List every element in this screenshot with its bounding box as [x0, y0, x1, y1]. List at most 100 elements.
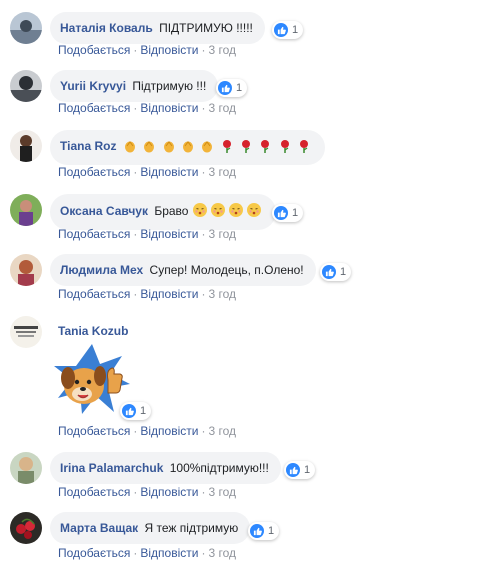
like-icon — [322, 265, 336, 279]
reaction-badge[interactable]: 1 — [272, 204, 304, 222]
like-icon — [274, 23, 288, 37]
avatar[interactable] — [10, 12, 42, 44]
comment: Tania Kozub 1 Подобається · Відповісти · 3 г… — [10, 316, 490, 440]
reply-link[interactable]: Відповісти — [140, 485, 198, 499]
like-link[interactable]: Подобається — [58, 227, 130, 241]
comment-author[interactable]: Tiana Roz — [60, 139, 116, 153]
avatar[interactable] — [10, 194, 42, 226]
comment-timestamp[interactable]: 3 год — [208, 424, 236, 438]
comment: Людмила Мех Супер! Молодець, п.Олено! 1 … — [10, 254, 490, 301]
separator: · — [201, 287, 206, 301]
reply-link[interactable]: Відповісти — [140, 227, 198, 241]
reaction-badge[interactable]: 1 — [284, 461, 316, 479]
comment-timestamp[interactable]: 3 год — [208, 43, 236, 57]
separator: · — [201, 485, 206, 499]
comment-timestamp[interactable]: 3 год — [208, 546, 236, 560]
reaction-count: 1 — [140, 405, 147, 417]
reaction-badge[interactable]: 1 — [320, 263, 352, 281]
reaction-count: 1 — [236, 82, 243, 94]
comment-actions: Подобається · Відповісти · 3 год — [58, 101, 236, 115]
clapping-hands-icon — [142, 139, 156, 157]
clapping-hands-icon — [181, 139, 195, 157]
reaction-count: 1 — [268, 525, 275, 537]
separator: · — [133, 101, 138, 115]
comment-author[interactable]: Irina Palamarchuk — [60, 461, 163, 475]
comment-timestamp[interactable]: 3 год — [208, 227, 236, 241]
comment-text: Браво — [154, 204, 189, 218]
avatar[interactable] — [10, 316, 42, 348]
reply-link[interactable]: Відповісти — [140, 43, 198, 57]
separator: · — [133, 546, 138, 560]
comment-text: Підтримую !!! — [132, 79, 207, 93]
like-icon — [286, 463, 300, 477]
comment-bubble: Марта Ващак Я теж підтримую — [50, 512, 251, 544]
comment-author[interactable]: Tania Kozub — [58, 324, 128, 338]
comment-bubble: Tiana Roz — [50, 130, 325, 165]
avatar[interactable] — [10, 254, 42, 286]
like-icon — [218, 81, 232, 95]
like-link[interactable]: Подобається — [58, 165, 130, 179]
reply-link[interactable]: Відповісти — [140, 424, 198, 438]
reaction-badge[interactable]: 1 — [216, 79, 248, 97]
comment-author[interactable]: Марта Ващак — [60, 521, 138, 535]
like-icon — [122, 404, 136, 418]
reaction-badge[interactable]: 1 — [272, 21, 304, 39]
comment-actions: Подобається · Відповісти · 3 год — [58, 485, 236, 499]
reaction-badge[interactable]: 1 — [248, 522, 280, 540]
like-link[interactable]: Подобається — [58, 101, 130, 115]
comment-text: 100%підтримую!!! — [169, 461, 269, 475]
like-link[interactable]: Подобається — [58, 287, 130, 301]
avatar[interactable] — [10, 70, 42, 102]
comment-timestamp[interactable]: 3 год — [208, 165, 236, 179]
comment-text: Супер! Молодець, п.Олено! — [149, 263, 304, 277]
dog-thumbs-up-sticker[interactable] — [52, 342, 132, 416]
comment-actions: Подобається · Відповісти · 3 год — [58, 287, 236, 301]
reply-link[interactable]: Відповісти — [140, 287, 198, 301]
like-link[interactable]: Подобається — [58, 43, 130, 57]
avatar[interactable] — [10, 130, 42, 162]
comment: Марта Ващак Я теж підтримую 1 Подобаєтьс… — [10, 512, 490, 560]
comment: Tiana Roz Подобається · Відповісти · 3 год — [10, 130, 490, 179]
comment: Наталія Коваль ПІДТРИМУЮ !!!!! 1 Подобає… — [10, 12, 490, 58]
reaction-count: 1 — [292, 207, 299, 219]
kissing-face-icon — [210, 202, 226, 222]
comment-text: ПІДТРИМУЮ !!!!! — [159, 21, 253, 35]
separator: · — [201, 165, 206, 179]
comment-bubble: Yurii Kryvyi Підтримую !!! — [50, 70, 219, 102]
rose-icon — [220, 139, 234, 157]
comment-actions: Подобається · Відповісти · 3 год — [58, 227, 236, 241]
separator: · — [201, 227, 206, 241]
comment-bubble: Людмила Мех Супер! Молодець, п.Олено! — [50, 254, 316, 286]
separator: · — [133, 165, 138, 179]
comment-timestamp[interactable]: 3 год — [208, 101, 236, 115]
emoji-row — [188, 203, 263, 218]
like-link[interactable]: Подобається — [58, 424, 130, 438]
reaction-badge[interactable]: 1 — [120, 402, 152, 420]
reaction-count: 1 — [304, 464, 311, 476]
like-link[interactable]: Подобається — [58, 485, 130, 499]
like-icon — [250, 524, 264, 538]
comment-timestamp[interactable]: 3 год — [208, 287, 236, 301]
avatar[interactable] — [10, 512, 42, 544]
comment: Irina Palamarchuk 100%підтримую!!! 1 Под… — [10, 452, 490, 499]
separator: · — [201, 424, 206, 438]
comment-author[interactable]: Наталія Коваль — [60, 21, 153, 35]
like-icon — [274, 206, 288, 220]
rose-icon — [278, 139, 292, 157]
avatar[interactable] — [10, 452, 42, 484]
like-link[interactable]: Подобається — [58, 546, 130, 560]
rose-icon — [239, 139, 253, 157]
reply-link[interactable]: Відповісти — [140, 101, 198, 115]
separator: · — [201, 43, 206, 57]
comment-author[interactable]: Людмила Мех — [60, 263, 143, 277]
kissing-face-icon — [246, 202, 262, 222]
comment-author[interactable]: Оксана Савчук — [60, 204, 148, 218]
clapping-hands-icon — [200, 139, 214, 157]
separator: · — [201, 101, 206, 115]
comment-author[interactable]: Yurii Kryvyi — [60, 79, 126, 93]
separator: · — [201, 546, 206, 560]
reply-link[interactable]: Відповісти — [140, 165, 198, 179]
comment-timestamp[interactable]: 3 год — [208, 485, 236, 499]
clapping-hands-icon — [162, 139, 176, 157]
reply-link[interactable]: Відповісти — [140, 546, 198, 560]
